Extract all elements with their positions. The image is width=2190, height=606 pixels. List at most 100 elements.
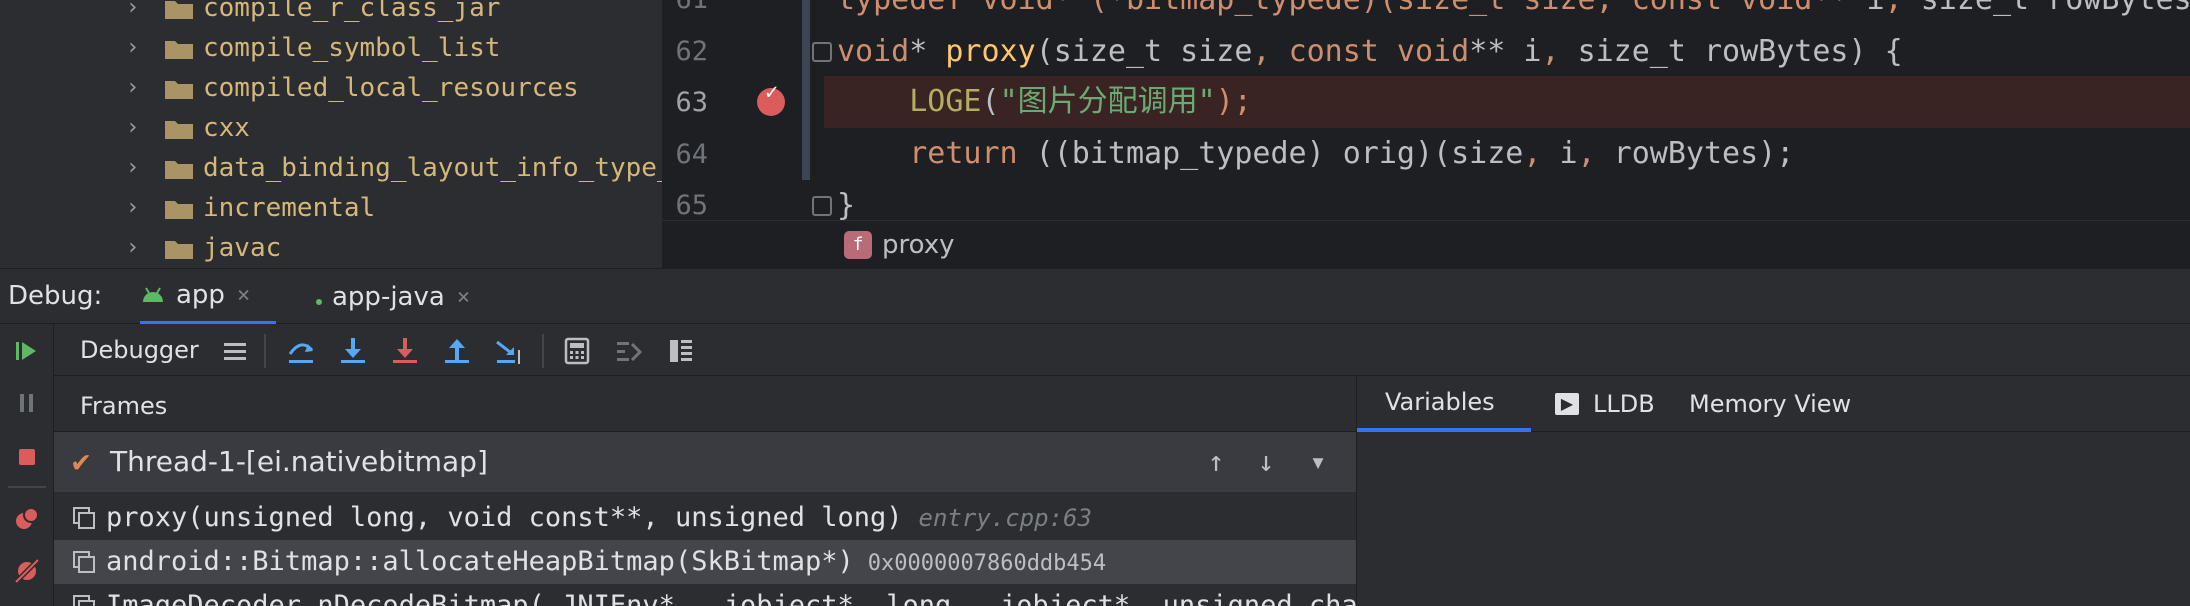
function-icon: f — [844, 231, 872, 259]
tab-label: Memory View — [1689, 390, 1852, 418]
editor-gutter[interactable]: 61 62 63 64 65 ✓ — [662, 0, 802, 221]
code-token: void — [837, 34, 910, 69]
frames-title: Frames — [80, 392, 168, 420]
frame-name: ImageDecoder_nDecodeBitmap(_JNIEnv*, _jo… — [106, 590, 1391, 606]
debugger-tab-title[interactable]: Debugger — [80, 336, 199, 364]
folder-icon — [165, 201, 193, 219]
view-breakpoints-icon[interactable] — [12, 504, 42, 534]
tree-item-label: compile_symbol_list — [203, 33, 501, 63]
mute-breakpoints-icon[interactable] — [12, 556, 42, 586]
code-token: (size_t size — [1035, 34, 1253, 69]
code-line-62: void* proxy(size_t size, const void** i,… — [837, 26, 1903, 78]
toolbar-divider — [542, 334, 544, 368]
code-token: LOGE — [909, 84, 982, 119]
line-number: 64 — [675, 139, 708, 170]
debug-label: Debug: — [8, 281, 103, 311]
variables-tab-bar: Variables ▶ LLDB Memory View — [1357, 376, 2190, 432]
code-token: * — [909, 34, 946, 69]
folder-icon — [165, 81, 193, 99]
line-number: 61 — [662, 0, 708, 20]
stack-frame-icon — [73, 507, 95, 529]
frames-panel: Frames ✔ Thread-1-[ei.nativebitmap] ↑ ↓ … — [54, 376, 1390, 606]
tab-app-java[interactable]: app-java × — [316, 269, 498, 325]
tree-item-label: incremental — [203, 193, 376, 223]
frames-header: Frames — [54, 376, 1356, 432]
run-to-cursor-icon[interactable] — [494, 336, 524, 366]
line-number: 62 — [675, 36, 708, 67]
status-dot-icon — [316, 299, 322, 305]
chevron-right-icon[interactable]: › — [126, 77, 146, 99]
tab-lldb[interactable]: ▶ LLDB — [1555, 376, 1655, 432]
frame-row[interactable]: android::Bitmap::allocateHeapBitmap(SkBi… — [54, 540, 1356, 584]
tab-memory-view[interactable]: Memory View — [1689, 376, 1851, 432]
chevron-right-icon[interactable]: › — [126, 37, 146, 59]
terminal-icon: ▶ — [1555, 393, 1579, 415]
tab-app[interactable]: app × — [140, 269, 276, 325]
tab-label: app-java — [332, 282, 445, 312]
folder-icon — [165, 161, 193, 179]
execution-fold-bar — [802, 0, 810, 180]
tree-item-label: compile_r_class_jar — [203, 0, 501, 23]
chevron-down-icon[interactable]: ▾ — [1302, 446, 1334, 478]
code-token: , — [1252, 34, 1289, 69]
thread-selector[interactable]: ✔ Thread-1-[ei.nativebitmap] ↑ ↓ ▾ — [54, 432, 1356, 492]
chevron-right-icon[interactable]: › — [126, 0, 146, 19]
chevron-right-icon[interactable]: › — [126, 117, 146, 139]
code-token: ((bitmap_typede) orig)(size — [1017, 136, 1524, 171]
folder-icon — [165, 241, 193, 259]
code-line-63: LOGE("图片分配调用"); — [837, 76, 1252, 128]
tree-item-label: cxx — [203, 113, 250, 143]
code-token: ** i — [1812, 0, 1884, 17]
breakpoint-icon[interactable]: ✓ — [757, 80, 785, 116]
frame-row[interactable]: ImageDecoder_nDecodeBitmap(_JNIEnv*, _jo… — [54, 584, 1390, 606]
stop-icon[interactable] — [12, 442, 42, 472]
code-token: , — [1523, 136, 1560, 171]
variables-panel: Variables ▶ LLDB Memory View — [1356, 376, 2190, 606]
arrow-down-icon[interactable]: ↓ — [1250, 446, 1282, 478]
tab-label: Variables — [1385, 388, 1495, 416]
pause-icon[interactable] — [12, 388, 42, 418]
code-editor[interactable]: 61 62 63 64 65 ✓ typedef void* (*bitmap_… — [662, 0, 2190, 268]
fold-icon[interactable] — [812, 196, 832, 216]
close-icon[interactable]: × — [457, 285, 470, 310]
thread-name: Thread-1-[ei.nativebitmap] — [110, 445, 488, 478]
toolbar-divider — [264, 334, 266, 368]
layout-icon[interactable] — [666, 336, 696, 366]
close-icon[interactable]: × — [237, 283, 250, 308]
project-tree: › compile_r_class_jar › compile_symbol_l… — [0, 0, 662, 268]
code-token: const void — [1288, 34, 1470, 69]
fold-icon[interactable] — [812, 42, 832, 62]
tab-variables[interactable]: Variables — [1357, 376, 1531, 432]
code-token: ( — [981, 84, 1000, 119]
chevron-right-icon[interactable]: › — [126, 197, 146, 219]
code-token: , — [1885, 0, 1921, 17]
frame-row[interactable]: proxy(unsigned long, void const**, unsig… — [54, 496, 1356, 540]
code-token: const void — [1632, 0, 1813, 17]
arrow-up-icon[interactable]: ↑ — [1200, 446, 1232, 478]
chevron-right-icon[interactable]: › — [126, 237, 146, 259]
line-number: 63 — [675, 87, 708, 118]
step-into-icon[interactable] — [338, 336, 368, 366]
evaluate-expression-icon[interactable] — [562, 336, 592, 366]
stack-frame-icon — [73, 595, 95, 606]
breadcrumb-function-name[interactable]: proxy — [882, 229, 955, 261]
step-out-icon[interactable] — [442, 336, 472, 366]
tab-label: LLDB — [1593, 390, 1655, 418]
force-step-into-icon[interactable] — [390, 336, 420, 366]
folder-icon — [165, 121, 193, 139]
chevron-right-icon[interactable]: › — [126, 157, 146, 179]
code-token: , — [1596, 0, 1632, 17]
trace-icon[interactable] — [614, 336, 644, 366]
toolbar-divider — [8, 486, 46, 488]
code-token: ); — [1215, 84, 1252, 119]
check-icon: ✓ — [765, 80, 779, 105]
resume-icon[interactable] — [12, 336, 42, 366]
code-token: size_t rowBytes) { — [1577, 34, 1903, 69]
tab-label: app — [176, 280, 225, 310]
menu-icon[interactable] — [220, 336, 250, 366]
code-line-64: return ((bitmap_typede) orig)(size, i, r… — [837, 128, 1794, 180]
step-over-icon[interactable] — [286, 336, 316, 366]
code-token: , — [1577, 136, 1614, 171]
code-token: "图片分配调用" — [999, 84, 1216, 119]
editor-breadcrumb: f proxy — [662, 220, 2190, 268]
